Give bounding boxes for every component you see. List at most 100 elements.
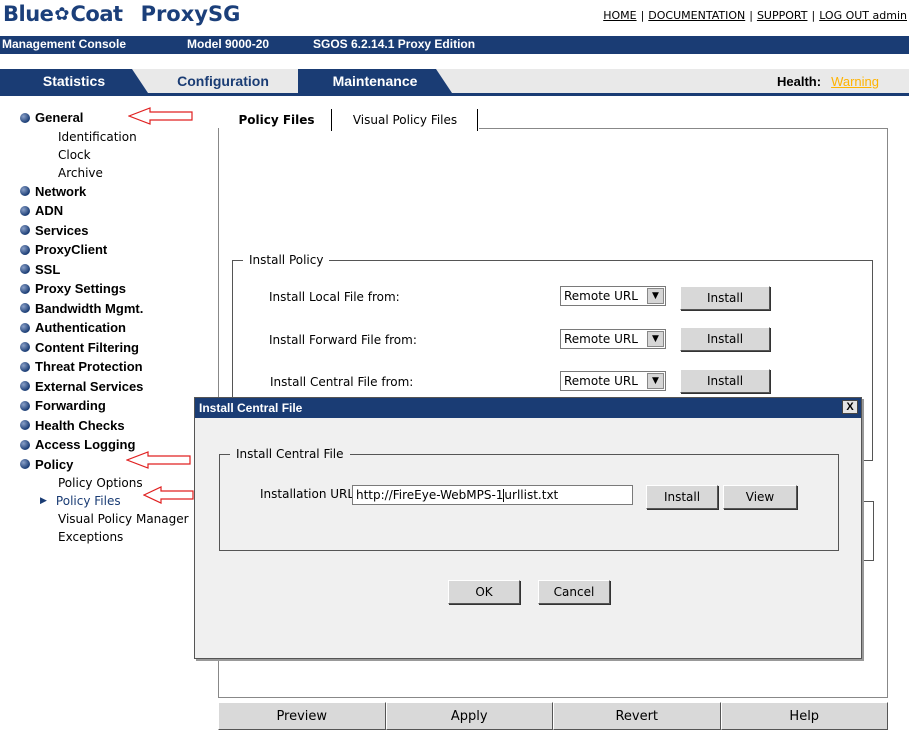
tab-visual-policy-files[interactable]: Visual Policy Files [333, 109, 478, 131]
nav-ssl-label: SSL [35, 261, 61, 277]
nav-bandwidth-mgmt[interactable]: Bandwidth Mgmt. [20, 299, 200, 319]
tab-statistics[interactable]: Statistics [0, 69, 148, 93]
install-central-file-legend: Install Central File [236, 447, 344, 461]
home-link[interactable]: HOME [603, 9, 636, 22]
nav-threat-protection[interactable]: Threat Protection [20, 357, 200, 377]
apply-button[interactable]: Apply [385, 702, 553, 730]
top-links: HOME | DOCUMENTATION | SUPPORT | LOG OUT admin [603, 9, 907, 22]
documentation-link[interactable]: DOCUMENTATION [648, 9, 745, 22]
install-central-file-dialog: Install Central File X Install Central F… [194, 397, 862, 659]
sgos-version: SGOS 6.2.14.1 Proxy Edition [313, 37, 476, 51]
bottom-button-bar: Preview Apply Revert Help [218, 702, 888, 730]
dialog-title: Install Central File [199, 401, 303, 415]
install-central-button[interactable]: Install [680, 369, 770, 393]
nav-network-label: Network [35, 183, 87, 199]
dropdown-arrow-icon[interactable]: ▼ [647, 373, 664, 389]
install-local-button[interactable]: Install [680, 286, 770, 310]
preview-button[interactable]: Preview [218, 702, 386, 730]
bullet-icon [20, 225, 30, 236]
install-forward-label: Install Forward File from: [269, 333, 417, 347]
bullet-icon [20, 264, 30, 275]
main-tab-bar: Statistics Configuration Maintenance Hea… [0, 69, 909, 96]
nav-access-logging-label: Access Logging [35, 437, 136, 453]
nav-content-filtering-label: Content Filtering [35, 339, 139, 355]
nav-services[interactable]: Services [20, 221, 200, 241]
bullet-icon [20, 283, 30, 294]
product-name: ProxySG [140, 2, 241, 26]
bullet-icon [20, 420, 30, 431]
bullet-icon [20, 244, 30, 255]
tab-configuration[interactable]: Configuration [148, 69, 298, 93]
dropdown-arrow-icon[interactable]: ▼ [647, 331, 664, 347]
hidden-group-edge [862, 501, 874, 561]
link-separator: | [749, 9, 753, 22]
model-label: Model 9000-20 [187, 37, 270, 51]
nav-visual-policy-manager[interactable]: Visual Policy Manager [20, 510, 200, 528]
nav-authentication-label: Authentication [35, 320, 126, 336]
nav-content-filtering[interactable]: Content Filtering [20, 338, 200, 358]
nav-external-services-label: External Services [35, 378, 144, 394]
dropdown-arrow-icon[interactable]: ▼ [647, 288, 664, 304]
panel-top-border [479, 128, 888, 129]
url-text-before-caret: http://FireEye-WebMPS-1 [356, 488, 504, 502]
health-label: Health: [777, 74, 822, 89]
link-separator: | [811, 9, 816, 22]
bullet-icon [20, 303, 30, 314]
nav-adn[interactable]: ADN [20, 201, 200, 221]
nav-health-checks[interactable]: Health Checks [20, 416, 200, 436]
logout-link[interactable]: LOG OUT admin [819, 9, 907, 22]
installation-url-input[interactable]: http://FireEye-WebMPS-1urllist.txt [352, 485, 633, 505]
bullet-icon [20, 361, 30, 372]
installation-url-label: Installation URL: [260, 487, 359, 501]
bullet-icon [20, 459, 30, 470]
nav-exceptions[interactable]: Exceptions [20, 528, 200, 546]
nav-proxy-settings[interactable]: Proxy Settings [20, 279, 200, 299]
bullet-icon [20, 205, 30, 216]
help-button[interactable]: Help [720, 702, 888, 730]
dialog-install-button[interactable]: Install [646, 485, 718, 509]
bluecoat-logo: Blue ✿ Coat ProxySG [3, 1, 240, 27]
nav-network[interactable]: Network [20, 182, 200, 202]
tab-maintenance[interactable]: Maintenance [298, 69, 452, 93]
dialog-view-button[interactable]: View [723, 485, 797, 509]
install-local-select-value: Remote URL [564, 289, 638, 303]
install-central-select[interactable]: Remote URL ▼ [560, 371, 666, 391]
nav-proxyclient[interactable]: ProxyClient [20, 240, 200, 260]
nav-general-label: General [35, 110, 84, 126]
tab-policy-files[interactable]: Policy Files [222, 109, 332, 131]
install-policy-legend: Install Policy [249, 253, 324, 267]
info-bar: Management Console Model 9000-20 SGOS 6.… [0, 36, 909, 54]
revert-button[interactable]: Revert [553, 702, 721, 730]
nav-policy-files-label: Policy Files [55, 494, 121, 508]
logo-gear-icon: ✿ [54, 3, 70, 25]
install-forward-button[interactable]: Install [680, 327, 770, 351]
support-link[interactable]: SUPPORT [757, 9, 808, 22]
install-local-select[interactable]: Remote URL ▼ [560, 286, 666, 306]
nav-ssl[interactable]: SSL [20, 260, 200, 280]
nav-identification[interactable]: Identification [20, 128, 200, 146]
install-forward-select[interactable]: Remote URL ▼ [560, 329, 666, 349]
logo-text-blue: Blue [3, 2, 54, 26]
nav-policy-label: Policy [35, 456, 74, 472]
nav-services-label: Services [35, 222, 89, 238]
nav-forwarding-label: Forwarding [35, 398, 106, 414]
health-warning-link[interactable]: Warning [831, 74, 879, 89]
bullet-icon [20, 400, 30, 411]
annotation-arrow-icon [128, 107, 193, 125]
annotation-arrow-icon [126, 451, 191, 469]
cancel-button[interactable]: Cancel [538, 580, 610, 604]
bullet-icon [20, 322, 30, 333]
nav-clock[interactable]: Clock [20, 146, 200, 164]
install-local-label: Install Local File from: [269, 290, 400, 304]
ok-button[interactable]: OK [448, 580, 520, 604]
dialog-title-bar[interactable]: Install Central File X [195, 398, 861, 418]
nav-proxyclient-label: ProxyClient [35, 242, 108, 258]
nav-forwarding[interactable]: Forwarding [20, 396, 200, 416]
logo-text-coat: Coat [70, 2, 124, 26]
url-text-after-caret: urllist.txt [504, 488, 559, 502]
nav-external-services[interactable]: External Services [20, 377, 200, 397]
triangle-right-icon: ▶ [40, 496, 47, 506]
close-icon[interactable]: X [842, 400, 858, 414]
nav-authentication[interactable]: Authentication [20, 318, 200, 338]
nav-archive[interactable]: Archive [20, 164, 200, 182]
